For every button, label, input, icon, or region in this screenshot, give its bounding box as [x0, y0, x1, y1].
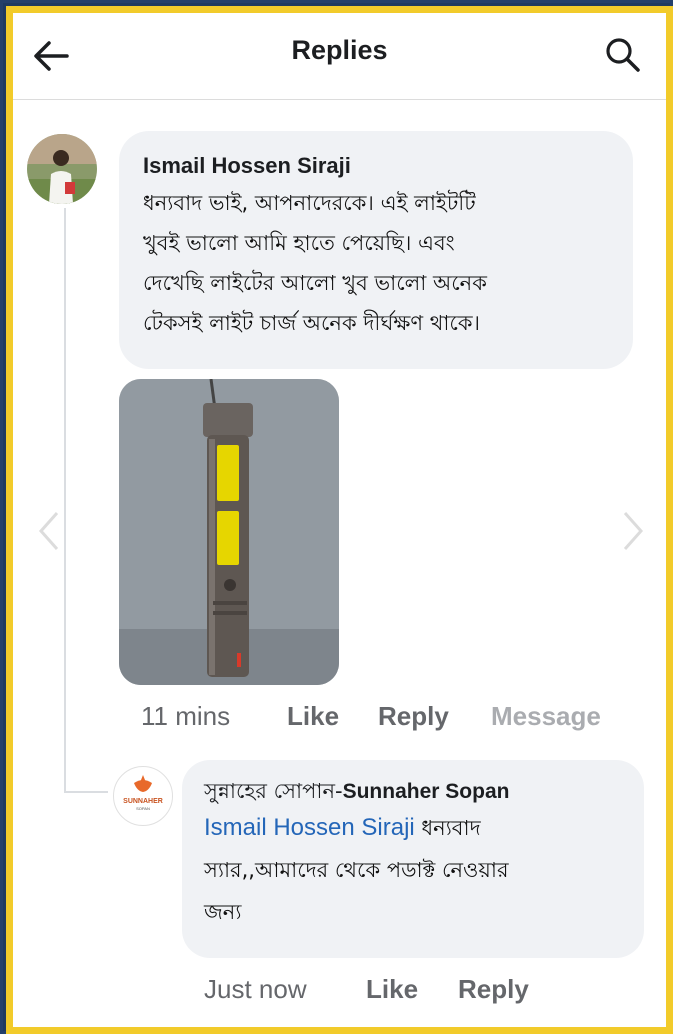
- comment-line: ধন্যবাদ ভাই, আপনাদেরকে। এই লাইটটি: [143, 191, 476, 215]
- comment-actions: 11 mins Like Reply Message: [141, 701, 641, 735]
- comment-bubble[interactable]: Ismail Hossen Siraji ধন্যবাদ ভাই, আপনাদে…: [119, 131, 633, 369]
- reply-connector-line: [64, 791, 108, 793]
- reply-line: Ismail Hossen Siraji ধন্যবাদ: [204, 807, 626, 849]
- reply-line: স্যার,,আমাদের থেকে পডাক্ট নেওয়ার: [204, 858, 509, 882]
- user-avatar-icon: [27, 134, 97, 204]
- comment-author[interactable]: Ismail Hossen Siraji: [143, 151, 611, 181]
- chevron-right-icon[interactable]: [621, 509, 645, 553]
- comment-line: টেকসই লাইট চার্জ অনেক দীর্ঘক্ষণ থাকে।: [143, 311, 481, 335]
- comment-text: ধন্যবাদ ভাই, আপনাদেরকে। এই লাইটটি খুবই ভ…: [143, 183, 611, 343]
- comment-photo[interactable]: [119, 379, 339, 685]
- chevron-left-icon[interactable]: [37, 509, 61, 553]
- reply-button[interactable]: Reply: [378, 701, 449, 732]
- top-bar: Replies: [13, 13, 666, 100]
- comment-line: খুবই ভালো আমি হাতে পেয়েছি। এবং: [143, 231, 455, 255]
- reply-bubble[interactable]: সুন্নাহের সোপান-Sunnaher Sopan Ismail Ho…: [182, 760, 644, 958]
- reply-line: জন্য: [204, 900, 242, 924]
- reply-reply-button[interactable]: Reply: [458, 974, 529, 1005]
- reply-text: Ismail Hossen Siraji ধন্যবাদ স্যার,,আমাদ…: [204, 807, 626, 933]
- screenshot-frame: Replies Ismail Hossen Siraji ধন্যবাদ ভাই…: [0, 0, 673, 1034]
- replies-screen: Replies Ismail Hossen Siraji ধন্যবাদ ভাই…: [6, 6, 673, 1034]
- reply-actions: Just now Like Reply: [204, 974, 644, 1008]
- comment-time: 11 mins: [141, 701, 231, 731]
- like-button[interactable]: Like: [287, 701, 339, 732]
- reply-author-en: Sunnaher Sopan: [342, 780, 510, 803]
- reply-author[interactable]: সুন্নাহের সোপান-Sunnaher Sopan: [204, 776, 626, 807]
- message-button[interactable]: Message: [491, 701, 601, 732]
- reply-like-button[interactable]: Like: [366, 974, 418, 1005]
- sunnaher-logo: SUNNAHER SOPAN: [115, 768, 171, 824]
- avatar[interactable]: [27, 134, 97, 204]
- flashlight-photo: [119, 379, 339, 685]
- reply-text-first: ধন্যবাদ: [414, 816, 481, 840]
- comment-line: দেখেছি লাইটের আলো খুব ভালো অনেক: [143, 271, 487, 295]
- page-title: Replies: [291, 35, 388, 65]
- logo-subtext: SOPAN: [136, 806, 150, 811]
- logo-text: SUNNAHER: [123, 798, 163, 805]
- mention-link[interactable]: Ismail Hossen Siraji: [204, 814, 415, 841]
- search-icon[interactable]: [603, 35, 643, 75]
- page-avatar[interactable]: SUNNAHER SOPAN: [113, 766, 173, 826]
- reply-author-bn: সুন্নাহের সোপান-: [204, 779, 343, 803]
- reply-time: Just now: [204, 974, 307, 1004]
- thread-line: [64, 208, 66, 793]
